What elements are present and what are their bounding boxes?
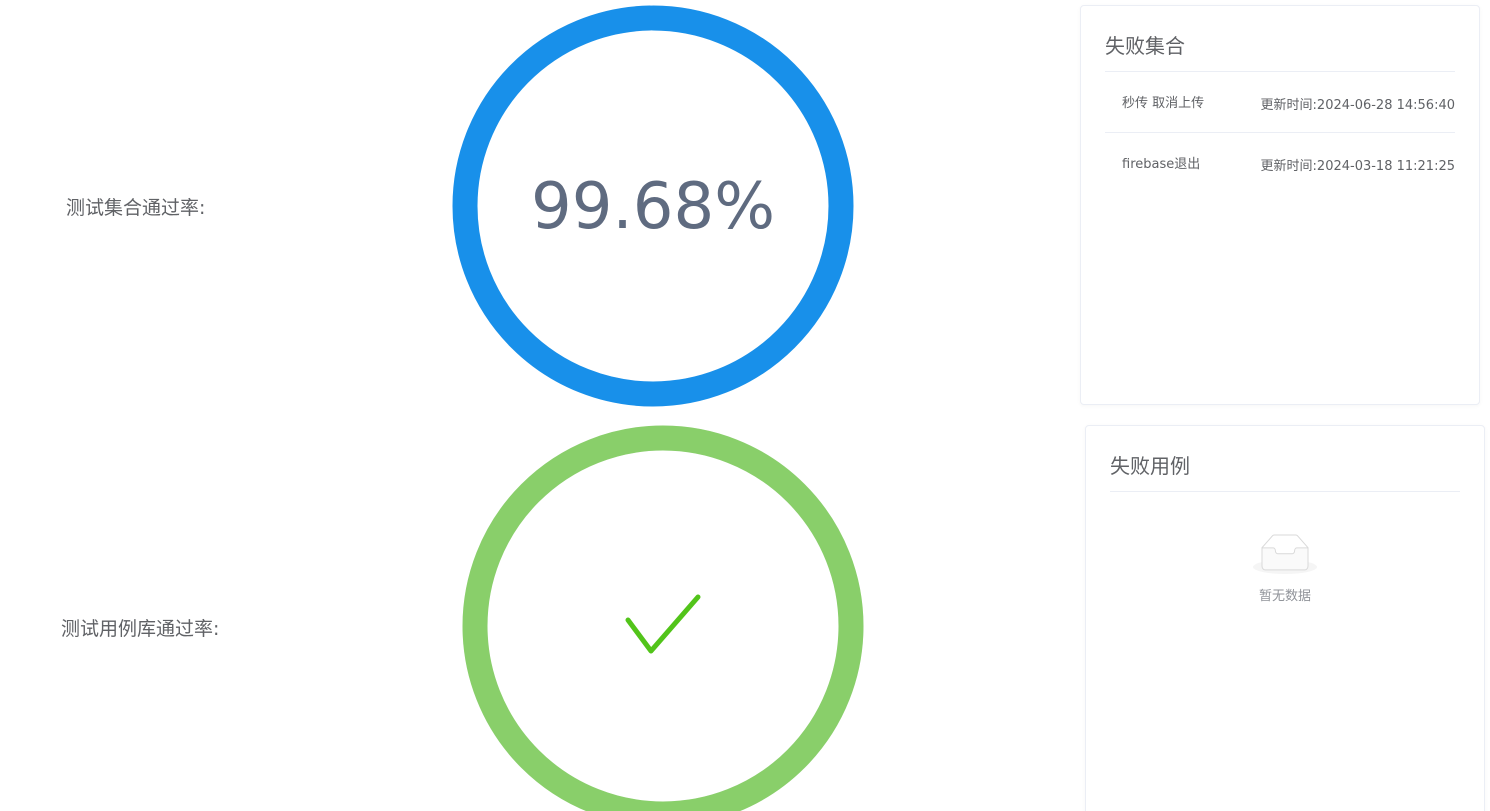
empty-box-icon [1253, 534, 1317, 574]
list-item[interactable]: 秒传 取消上传 更新时间:2024-06-28 14:56:40 [1105, 72, 1455, 133]
failed-cases-title: 失败用例 [1110, 426, 1460, 492]
dashboard: 测试集合通过率: 99.68% 测试用例库通过率: 失败集合 秒传 取消上传 更… [0, 0, 1490, 811]
failed-cases-card: 失败用例 暂无数据 [1085, 425, 1485, 811]
case-pass-rate-circle [462, 425, 864, 811]
failed-suites-card: 失败集合 秒传 取消上传 更新时间:2024-06-28 14:56:40 fi… [1080, 5, 1480, 405]
suite-pass-rate-text: 99.68% [530, 170, 776, 244]
case-pass-rate-label: 测试用例库通过率: [61, 618, 220, 640]
check-icon [625, 594, 701, 654]
progress-arc [462, 425, 864, 811]
suite-update-time: 更新时间:2024-06-28 14:56:40 [1260, 98, 1455, 113]
suite-update-time: 更新时间:2024-03-18 11:21:25 [1260, 159, 1455, 174]
failed-suites-title: 失败集合 [1105, 6, 1455, 72]
suite-name[interactable]: firebase退出 [1122, 153, 1200, 172]
empty-state: 暂无数据 [1086, 534, 1484, 604]
failed-suites-list: 秒传 取消上传 更新时间:2024-06-28 14:56:40 firebas… [1081, 72, 1479, 193]
empty-text: 暂无数据 [1258, 589, 1311, 604]
suite-name[interactable]: 秒传 取消上传 [1122, 92, 1204, 111]
suite-pass-rate-label: 测试集合通过率: [66, 197, 206, 219]
list-item[interactable]: firebase退出 更新时间:2024-03-18 11:21:25 [1105, 133, 1455, 193]
